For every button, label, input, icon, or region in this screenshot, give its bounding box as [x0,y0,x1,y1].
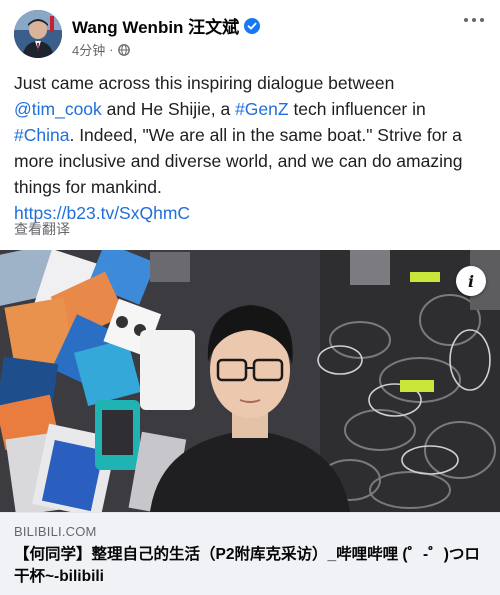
meta-separator: · [109,42,114,57]
link-preview-card[interactable]: BILIBILI.COM 【何同学】整理自己的生活（P2附库克采访）_哔哩哔哩 … [0,512,500,595]
more-options-button[interactable] [464,18,484,22]
post-photo[interactable] [0,250,500,512]
globe-icon [117,43,130,56]
post-header: Wang Wenbin 汪文斌 4分钟 · [0,0,500,64]
author-name[interactable]: Wang Wenbin 汪文斌 [72,13,239,38]
link-domain: BILIBILI.COM [14,524,97,539]
mention-link[interactable]: @tim_cook [14,99,102,119]
post-text-line: Just came across this inspiring dialogue… [14,73,395,93]
post-text: Just came across this inspiring dialogue… [14,70,492,226]
verified-badge-icon [244,17,261,34]
more-dot-icon [472,18,476,22]
more-dot-icon [464,18,468,22]
info-icon[interactable]: i [456,266,486,296]
hashtag-china-link[interactable]: #China [14,125,69,145]
avatar-image [14,10,62,58]
post-timestamp[interactable]: 4分钟 [72,40,105,59]
post-text-fragment: and He Shijie, a [101,99,236,119]
see-translation-link[interactable]: 查看翻译 [14,219,70,239]
more-dot-icon [480,18,484,22]
link-title[interactable]: 【何同学】整理自己的生活（P2附库克采访）_哔哩哔哩 (゜-゜)つロ 干杯~-b… [14,544,490,588]
post-text-fragment: tech influencer in [288,99,426,119]
avatar[interactable] [14,10,62,58]
photo-illustration [0,250,500,512]
hashtag-genz-link[interactable]: #GenZ [235,99,289,119]
post-text-fragment: . Indeed, "We are all in the same boat."… [14,125,463,197]
